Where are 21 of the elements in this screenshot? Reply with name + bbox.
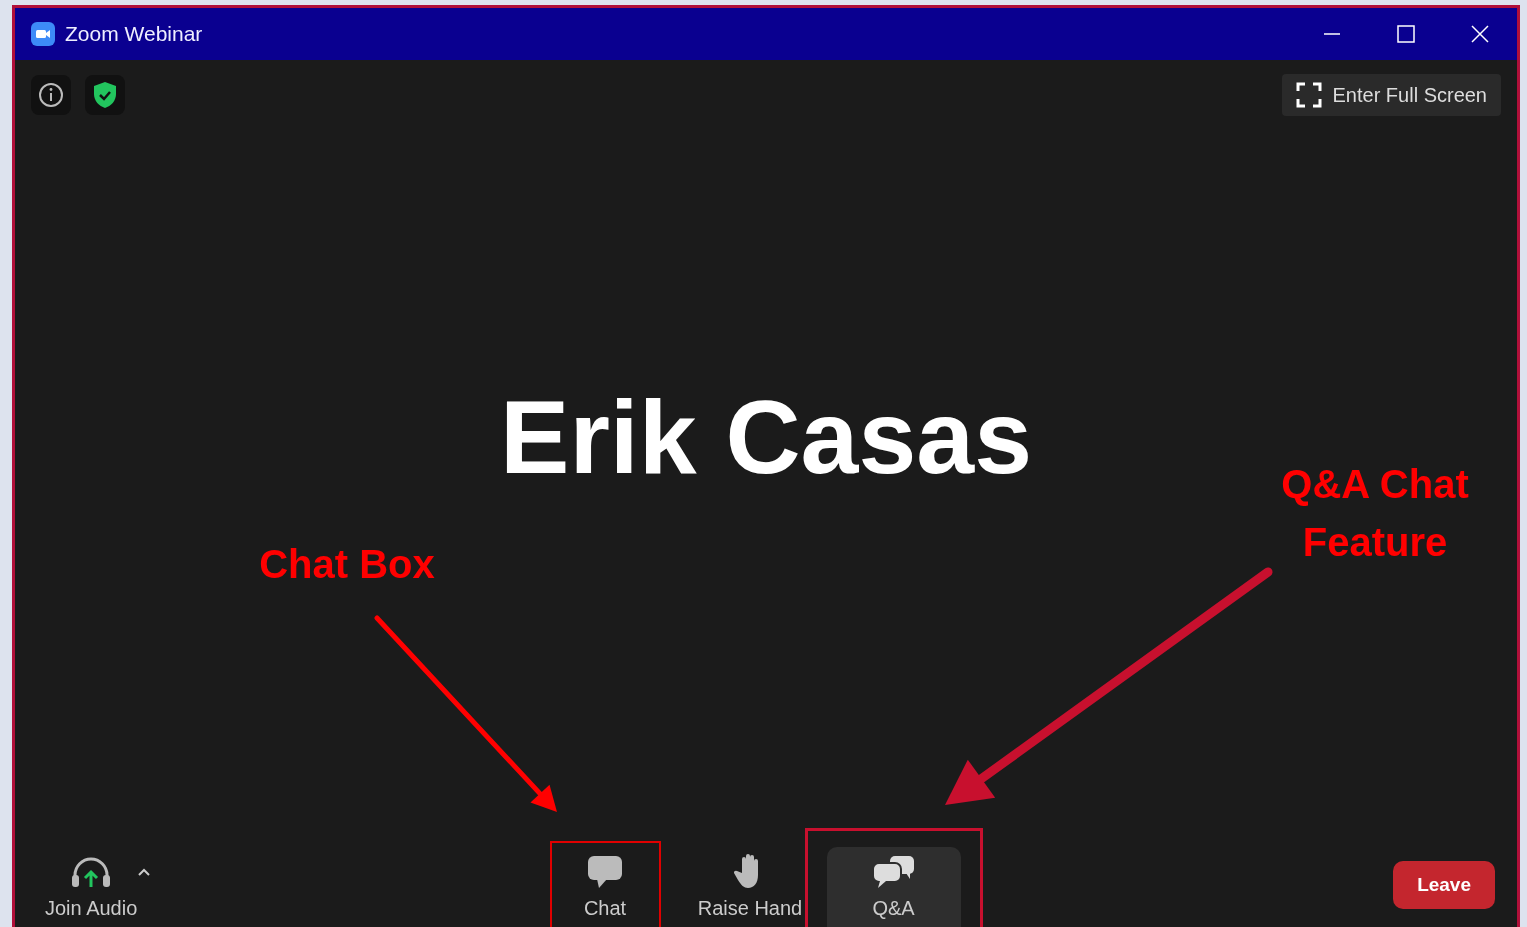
annotation-label: Q&A Chat Feature	[1280, 461, 1470, 566]
fullscreen-icon	[1296, 82, 1323, 108]
shield-icon	[92, 81, 118, 109]
close-icon[interactable]	[1471, 25, 1489, 43]
speaker-name: Erik Casas	[500, 377, 1032, 497]
two-bubbles-icon	[871, 855, 916, 889]
q-and-a-button[interactable]: Q&A	[826, 847, 961, 927]
join-audio-button[interactable]: Join Audio	[45, 851, 138, 927]
chat-bubble-icon	[587, 855, 623, 889]
raise-hand-button[interactable]: Raise Hand	[697, 849, 803, 927]
caret-icon[interactable]	[137, 867, 152, 877]
full-screen-button[interactable]: Enter Full Screen	[1282, 74, 1501, 116]
annotation-label: Chat Box	[258, 541, 436, 588]
security-button[interactable]	[85, 75, 125, 115]
info-icon	[38, 82, 64, 108]
leave-button[interactable]: Leave	[1393, 860, 1495, 909]
app-logo-icon	[31, 22, 55, 46]
info-button[interactable]	[31, 75, 71, 115]
chat-button[interactable]: Chat	[551, 851, 659, 927]
maximize-icon[interactable]	[1397, 25, 1415, 43]
window-title: Zoom Webinar	[65, 21, 203, 48]
